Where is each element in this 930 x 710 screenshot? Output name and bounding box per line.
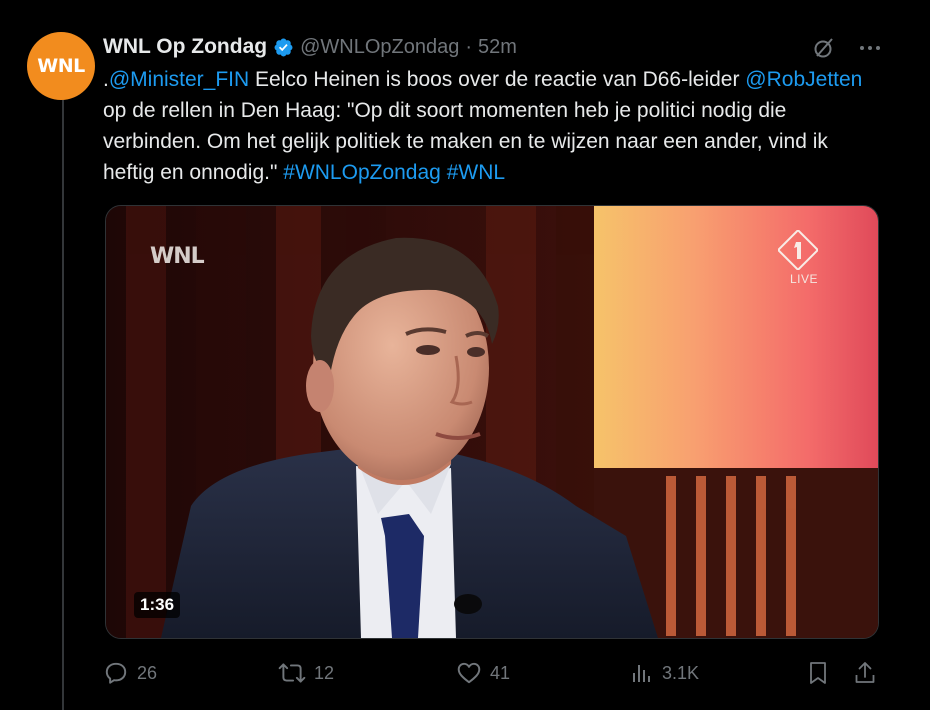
video-player[interactable]: WNL LIVE 1:36 xyxy=(105,205,879,639)
reply-count: 26 xyxy=(137,662,158,683)
grok-icon[interactable] xyxy=(812,36,836,60)
video-frame-image xyxy=(106,206,878,638)
views-count: 3.1K xyxy=(662,662,700,683)
share-button[interactable] xyxy=(853,657,877,689)
avatar[interactable]: WNL xyxy=(27,32,95,100)
more-options-icon[interactable] xyxy=(858,36,882,60)
tweet-header: WNL Op Zondag @WNLOpZondag · 52m xyxy=(103,32,517,62)
npo-1-logo-icon xyxy=(778,230,818,270)
hashtag-wnl[interactable]: #WNL xyxy=(447,161,505,184)
thread-line xyxy=(62,92,64,710)
mention-minister-fin[interactable]: @Minister_FIN xyxy=(109,68,249,91)
action-bar: 26 12 41 3.1K xyxy=(103,657,883,689)
views-button[interactable]: 3.1K xyxy=(630,657,699,689)
repost-button[interactable]: 12 xyxy=(278,657,334,689)
avatar-logo-text: WNL xyxy=(37,55,85,77)
views-chart-icon xyxy=(633,665,650,682)
header-actions xyxy=(812,36,882,60)
like-button[interactable]: 41 xyxy=(456,657,510,689)
mention-robjetten[interactable]: @RobJetten xyxy=(745,68,862,91)
heart-icon xyxy=(457,662,481,684)
repost-count: 12 xyxy=(314,662,335,683)
video-duration: 1:36 xyxy=(134,592,181,618)
reply-button[interactable]: 26 xyxy=(103,657,157,689)
verified-badge-icon[interactable] xyxy=(273,37,294,58)
author-handle[interactable]: @WNLOpZondag xyxy=(300,36,459,59)
like-count: 41 xyxy=(490,662,511,683)
author-name[interactable]: WNL Op Zondag xyxy=(103,35,267,59)
hashtag-wnlopzondag[interactable]: #WNLOpZondag xyxy=(283,161,441,184)
reply-icon xyxy=(105,662,127,684)
wnl-watermark: WNL xyxy=(150,244,205,269)
npo-live-badge: LIVE xyxy=(778,230,830,286)
text-segment-1: Eelco Heinen is boos over de reactie van… xyxy=(249,68,746,91)
bookmark-button[interactable] xyxy=(806,657,830,689)
live-label: LIVE xyxy=(789,272,818,286)
tweet-text: .@Minister_FIN Eelco Heinen is boos over… xyxy=(103,64,863,188)
post-time[interactable]: 52m xyxy=(478,36,517,59)
bookmark-icon xyxy=(810,662,826,684)
repost-icon xyxy=(278,663,306,683)
share-icon xyxy=(855,662,875,683)
separator-dot: · xyxy=(465,35,473,58)
